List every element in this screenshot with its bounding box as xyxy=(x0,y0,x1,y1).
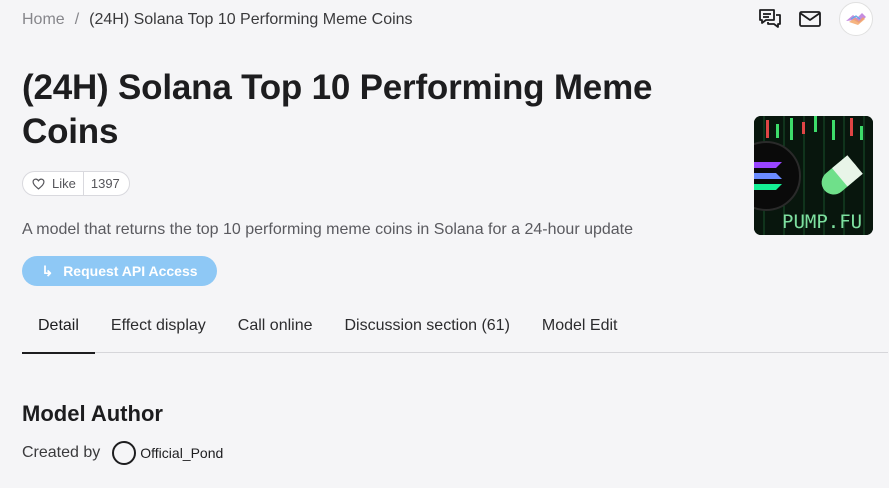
author-name-link[interactable]: Official_Pond xyxy=(140,445,223,461)
like-label: Like xyxy=(52,176,76,191)
header-actions xyxy=(743,2,873,36)
thumbnail-text: PUMP.FU xyxy=(782,211,862,233)
heart-icon xyxy=(32,178,45,190)
request-api-access-label: Request API Access xyxy=(63,263,198,279)
tab-discussion-section[interactable]: Discussion section (61) xyxy=(329,312,526,353)
tab-model-edit[interactable]: Model Edit xyxy=(526,312,634,353)
model-thumbnail: PUMP.FU xyxy=(754,116,873,235)
like-count: 1397 xyxy=(90,176,120,191)
tab-bar: Detail Effect display Call online Discus… xyxy=(22,312,888,354)
breadcrumb-current: (24H) Solana Top 10 Performing Meme Coin… xyxy=(89,11,413,28)
tab-detail[interactable]: Detail xyxy=(22,312,95,354)
return-arrow-icon: ↳ xyxy=(41,262,54,279)
author-avatar[interactable] xyxy=(112,441,137,465)
user-avatar[interactable] xyxy=(839,2,873,36)
mail-icon[interactable] xyxy=(797,6,823,32)
tab-effect-display[interactable]: Effect display xyxy=(95,312,222,353)
breadcrumb-home-link[interactable]: Home xyxy=(22,11,65,29)
model-description: A model that returns the top 10 performi… xyxy=(22,221,634,238)
like-button-main[interactable]: Like xyxy=(23,172,84,195)
created-by-label: Created by xyxy=(22,444,101,461)
page-title: (24H) Solana Top 10 Performing Meme Coin… xyxy=(22,68,653,151)
chat-icon[interactable] xyxy=(757,6,783,32)
request-api-access-button[interactable]: ↳ Request API Access xyxy=(22,256,217,286)
created-by-row: Created by Official_Pond xyxy=(22,441,223,465)
breadcrumb-separator: / xyxy=(74,11,80,28)
tab-call-online[interactable]: Call online xyxy=(222,312,329,353)
model-author-heading: Model Author xyxy=(22,401,163,426)
like-button[interactable]: Like 1397 xyxy=(22,171,130,196)
breadcrumb: Home / (24H) Solana Top 10 Performing Me… xyxy=(22,11,413,29)
